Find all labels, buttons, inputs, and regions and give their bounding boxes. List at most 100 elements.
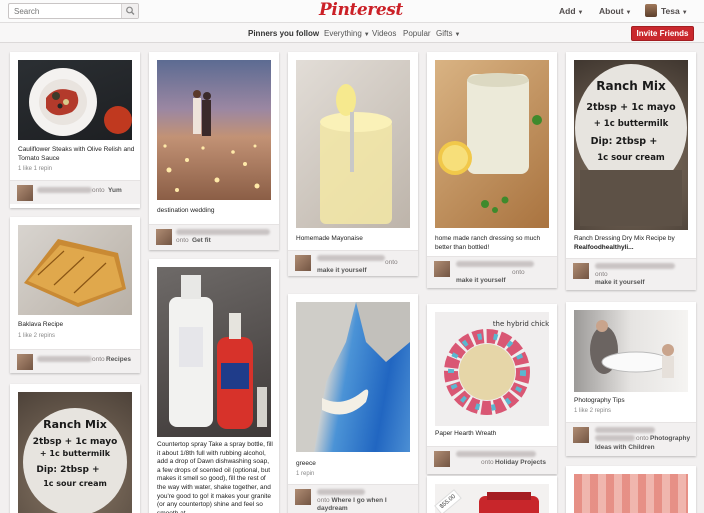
blurred-username bbox=[317, 255, 385, 261]
blurred-username bbox=[456, 261, 534, 267]
board-name[interactable]: Yum bbox=[108, 187, 122, 195]
pin-card[interactable]: Photography Tips 1 like 2 repins onto Ph… bbox=[566, 302, 696, 456]
pin-image[interactable]: the hybrid chick bbox=[435, 312, 549, 426]
pin-image[interactable] bbox=[157, 267, 271, 437]
pin-image[interactable] bbox=[296, 60, 410, 228]
pin-card[interactable]: Ranch Mix 2tbsp + 1c mayo + 1c buttermil… bbox=[10, 384, 140, 513]
avatar[interactable] bbox=[295, 255, 311, 271]
greece-beach-photo bbox=[296, 302, 410, 452]
pin-image[interactable] bbox=[157, 60, 271, 200]
nav-everything[interactable]: Everything ▼ bbox=[324, 29, 370, 38]
heart-wreath-photo: the hybrid chick bbox=[444, 320, 549, 415]
avatar[interactable] bbox=[434, 261, 450, 277]
pin-description: Paper Hearth Wreath bbox=[435, 430, 497, 437]
invite-friends-button[interactable]: Invite Friends bbox=[631, 26, 694, 41]
pinterest-logo[interactable]: Pinterest bbox=[319, 0, 403, 20]
pin-image[interactable] bbox=[18, 225, 132, 315]
pin-description: Homemade Mayonaise bbox=[296, 235, 363, 242]
pin-description-line: Ranch Dressing Dry Mix Recipe by bbox=[574, 235, 675, 242]
pin-card[interactable] bbox=[566, 466, 696, 513]
ranch-mix-jar-photo: Ranch Mix 2tbsp + 1c mayo + 1c buttermil… bbox=[575, 64, 687, 226]
board-name[interactable]: make it yourself bbox=[456, 277, 506, 285]
blurred-username bbox=[37, 356, 92, 362]
blurred-username bbox=[595, 427, 655, 433]
pin-card[interactable]: greece 1 repin onto Where I go when I da… bbox=[288, 294, 418, 513]
pin-description-link[interactable]: Realfoodhealthyli... bbox=[574, 244, 634, 251]
avatar[interactable] bbox=[573, 427, 589, 443]
add-menu[interactable]: Add ▼ bbox=[559, 6, 583, 16]
blurred-username bbox=[37, 187, 92, 193]
attribution-line: onto Where I go when I daydream bbox=[317, 497, 413, 513]
pin-description: Photography Tips bbox=[574, 397, 625, 404]
pin-description: Countertop spray Take a spray bottle, fi… bbox=[157, 441, 273, 513]
top-header: Pinterest Add▼ About▼ Tesa▼ bbox=[0, 0, 704, 23]
board-name[interactable]: make it yourself bbox=[595, 279, 645, 287]
jar-label-line: Ranch Mix bbox=[43, 418, 107, 431]
pin-attribution: onto Yum bbox=[10, 180, 140, 204]
pin-description: home made ranch dressing so much better … bbox=[435, 235, 541, 251]
pin-card[interactable]: destination wedding onto Get fit bbox=[149, 52, 279, 250]
chevron-down-icon: ▼ bbox=[577, 10, 584, 16]
category-bar: Pinners you follow Everything ▼ Videos Po… bbox=[0, 23, 704, 43]
jar-label-line: 1c sour cream bbox=[43, 479, 107, 488]
pin-card[interactable]: Countertop spray Take a spray bottle, fi… bbox=[149, 259, 279, 513]
nav-pinners-you-follow[interactable]: Pinners you follow bbox=[248, 29, 319, 38]
nav-gifts-label: Gifts bbox=[436, 29, 453, 38]
jar-label-line: + 1c buttermilk bbox=[594, 119, 669, 129]
pin-attribution: onto Recipes bbox=[10, 349, 140, 373]
pin-card[interactable]: Cauliflower Steaks with Olive Relish and… bbox=[10, 52, 140, 208]
pin-card[interactable]: $55.00 bbox=[427, 476, 557, 513]
avatar[interactable] bbox=[645, 4, 657, 17]
jar-label-line: Dip: 2tbsp + bbox=[591, 136, 658, 147]
blurred-username bbox=[595, 435, 635, 441]
pin-card[interactable]: Ranch Mix 2tbsp + 1c mayo + 1c buttermil… bbox=[566, 52, 696, 290]
pin-stats: 1 like 2 repins bbox=[18, 333, 56, 339]
attribution-via: onto bbox=[92, 187, 105, 194]
pin-attribution: onto make it yourself bbox=[288, 250, 418, 276]
user-menu[interactable]: Tesa ▼ bbox=[661, 6, 688, 16]
pin-stats: 1 repin bbox=[296, 471, 315, 477]
board-name[interactable]: Recipes bbox=[106, 356, 131, 364]
about-menu[interactable]: About ▼ bbox=[599, 6, 632, 16]
board-name[interactable]: make it yourself bbox=[317, 267, 367, 275]
pin-card[interactable]: Baklava Recipe 1 like 2 repins onto Reci… bbox=[10, 217, 140, 373]
jar-label-line: Dip: 2tbsp + bbox=[36, 465, 99, 475]
avatar[interactable] bbox=[573, 263, 589, 279]
jar-label-line: 2tbsp + 1c mayo bbox=[33, 437, 118, 447]
nav-gifts[interactable]: Gifts ▼ bbox=[436, 29, 460, 38]
add-label: Add bbox=[559, 6, 576, 16]
attribution-via: onto bbox=[636, 435, 649, 442]
pin-image[interactable]: Ranch Mix 2tbsp + 1c mayo + 1c buttermil… bbox=[574, 60, 688, 230]
pin-image[interactable] bbox=[574, 310, 688, 392]
avatar[interactable] bbox=[156, 229, 172, 245]
attribution-via: onto bbox=[317, 497, 330, 504]
pin-image[interactable] bbox=[18, 60, 132, 140]
avatar[interactable] bbox=[295, 489, 311, 505]
pin-image[interactable] bbox=[435, 60, 549, 228]
chevron-down-icon: ▼ bbox=[363, 32, 370, 38]
search-input[interactable] bbox=[9, 4, 121, 18]
chevron-down-icon: ▼ bbox=[681, 10, 688, 16]
pin-image[interactable] bbox=[574, 474, 688, 513]
ranch-mix-jar-photo: Ranch Mix 2tbsp + 1c mayo + 1c buttermil… bbox=[23, 408, 127, 513]
search-button[interactable] bbox=[121, 4, 138, 18]
avatar[interactable] bbox=[17, 354, 33, 370]
pin-attribution: onto make it yourself bbox=[566, 258, 696, 290]
pin-image[interactable]: Ranch Mix 2tbsp + 1c mayo + 1c buttermil… bbox=[18, 392, 132, 513]
board-name[interactable]: Ideas with Children bbox=[595, 444, 655, 452]
nav-videos[interactable]: Videos bbox=[372, 29, 396, 38]
ranch-dressing-photo bbox=[438, 73, 542, 213]
pin-card[interactable]: home made ranch dressing so much better … bbox=[427, 52, 557, 288]
pin-stats: 1 like 1 repin bbox=[18, 166, 53, 172]
board-name[interactable]: Get fit bbox=[192, 237, 211, 245]
nav-popular[interactable]: Popular bbox=[403, 29, 431, 38]
avatar[interactable] bbox=[434, 451, 450, 467]
avatar[interactable] bbox=[17, 185, 33, 201]
baklava-photo bbox=[24, 239, 126, 307]
board-name[interactable]: Photography bbox=[650, 435, 690, 443]
jar-label-line: 2tbsp + 1c mayo bbox=[586, 102, 676, 113]
pin-card[interactable]: the hybrid chick Paper Hearth Wreath ont… bbox=[427, 304, 557, 474]
board-name[interactable]: Holiday Projects bbox=[495, 459, 546, 467]
pin-image[interactable] bbox=[296, 302, 410, 452]
pin-card[interactable]: Homemade Mayonaise onto make it yourself bbox=[288, 52, 418, 276]
